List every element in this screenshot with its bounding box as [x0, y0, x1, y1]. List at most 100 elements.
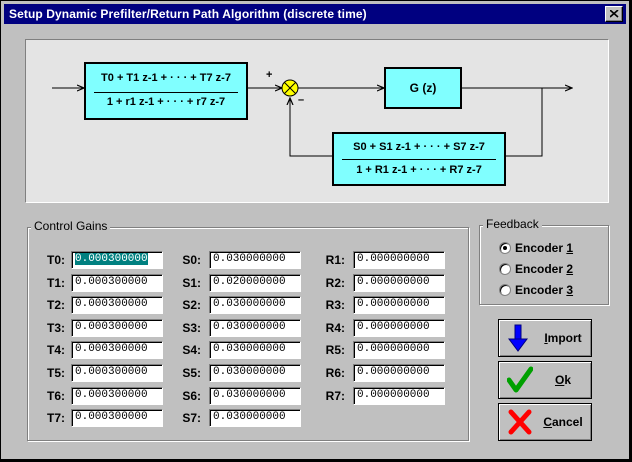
- gain-label-r5: R6:: [325, 366, 345, 380]
- gain-input-r4[interactable]: 0.000000000: [353, 341, 445, 359]
- gain-input-t5[interactable]: 0.000300000: [71, 364, 163, 382]
- gain-value: 0.030000000: [213, 253, 286, 265]
- gain-value: 0.030000000: [213, 321, 286, 333]
- gain-value: 0.000000000: [357, 253, 430, 265]
- window-title: Setup Dynamic Prefilter/Return Path Algo…: [9, 7, 367, 21]
- dialog-window: Setup Dynamic Prefilter/Return Path Algo…: [0, 0, 630, 460]
- feedback-label: Feedback: [483, 217, 542, 231]
- gain-value: 0.000300000: [75, 276, 148, 288]
- prefilter-block: T0 + T1 z-1 + · · · + T7 z-7 1 + r1 z-1 …: [84, 62, 248, 120]
- gain-label-r4: R5:: [325, 343, 345, 357]
- encoder-1-radio[interactable]: Encoder 1: [499, 239, 573, 257]
- summing-junction-icon: [281, 79, 299, 97]
- x-cross-icon: [508, 409, 532, 435]
- title-bar[interactable]: Setup Dynamic Prefilter/Return Path Algo…: [4, 4, 626, 24]
- gain-value: 0.000000000: [357, 276, 430, 288]
- gain-value: 0.020000000: [213, 276, 286, 288]
- gain-value: 0.000000000: [357, 343, 430, 355]
- gain-input-s5[interactable]: 0.030000000: [209, 364, 301, 382]
- gain-label-s3: S3:: [182, 321, 201, 335]
- gain-input-t4[interactable]: 0.000300000: [71, 341, 163, 359]
- gain-value: 0.000300000: [75, 411, 148, 423]
- radio-circle: [499, 242, 511, 254]
- down-arrow-icon: [508, 324, 528, 352]
- gain-label-r1: R2:: [325, 276, 345, 290]
- radio-label: Encoder 2: [515, 262, 574, 276]
- import-label: Import: [544, 331, 582, 345]
- gain-input-t6[interactable]: 0.000300000: [71, 387, 163, 405]
- radio-label: Encoder 3: [515, 283, 574, 297]
- gain-value: 0.000300000: [75, 253, 148, 265]
- prefilter-denominator: 1 + r1 z-1 + · · · + r7 z-7: [106, 96, 226, 108]
- gain-label-s6: S6:: [182, 389, 201, 403]
- gain-input-s2[interactable]: 0.030000000: [209, 296, 301, 314]
- cancel-label: Cancel: [543, 415, 583, 429]
- ok-button[interactable]: Ok: [498, 361, 592, 399]
- close-icon: [609, 10, 619, 18]
- gain-label-r3: R4:: [325, 321, 345, 335]
- gain-input-r0[interactable]: 0.000000000: [353, 251, 445, 269]
- gain-input-t0[interactable]: 0.000300000: [71, 251, 163, 269]
- gain-label-t7: T7:: [47, 411, 65, 425]
- gain-value: 0.000300000: [75, 366, 148, 378]
- gain-label-s1: S1:: [182, 276, 201, 290]
- gain-input-s7[interactable]: 0.030000000: [209, 409, 301, 427]
- gain-label-t4: T4:: [47, 343, 65, 357]
- gain-input-t3[interactable]: 0.000300000: [71, 319, 163, 337]
- radio-circle: [499, 263, 511, 275]
- gain-label-s5: S5:: [182, 366, 201, 380]
- gain-input-r1[interactable]: 0.000000000: [353, 274, 445, 292]
- gain-input-r5[interactable]: 0.000000000: [353, 364, 445, 382]
- gain-input-s6[interactable]: 0.030000000: [209, 387, 301, 405]
- gain-label-r0: R1:: [325, 253, 345, 267]
- gain-input-s1[interactable]: 0.020000000: [209, 274, 301, 292]
- output-tap-line: [506, 88, 543, 157]
- gain-label-s0: S0:: [182, 253, 201, 267]
- gain-value: 0.030000000: [213, 343, 286, 355]
- gain-value: 0.000000000: [357, 298, 430, 310]
- checkmark-icon: [507, 366, 533, 393]
- gain-input-r6[interactable]: 0.000000000: [353, 387, 445, 405]
- gain-value: 0.030000000: [213, 389, 286, 401]
- gain-input-s0[interactable]: 0.030000000: [209, 251, 301, 269]
- feedback-arrow: [290, 98, 332, 157]
- gain-input-r3[interactable]: 0.000000000: [353, 319, 445, 337]
- gain-input-t1[interactable]: 0.000300000: [71, 274, 163, 292]
- gain-label-r6: R7:: [325, 389, 345, 403]
- import-button[interactable]: Import: [498, 319, 592, 357]
- fraction-bar: [342, 159, 496, 160]
- feedback-numerator: S0 + S1 z-1 + · · · + S7 z-7: [353, 141, 485, 153]
- minus-sign: –: [298, 94, 305, 106]
- plus-sign: +: [266, 69, 273, 81]
- gain-input-s3[interactable]: 0.030000000: [209, 319, 301, 337]
- gain-label-s7: S7:: [182, 411, 201, 425]
- gain-label-s2: S2:: [182, 298, 201, 312]
- radio-label: Encoder 1: [515, 241, 574, 255]
- gain-label-t5: T5:: [47, 366, 65, 380]
- gain-label-t0: T0:: [47, 253, 65, 267]
- gain-value: 0.000300000: [75, 343, 148, 355]
- gain-input-t7[interactable]: 0.000300000: [71, 409, 163, 427]
- gain-label-t1: T1:: [47, 276, 65, 290]
- gain-label-s4: S4:: [182, 343, 201, 357]
- encoder-2-radio[interactable]: Encoder 2: [499, 260, 573, 278]
- gain-label-r2: R3:: [325, 298, 345, 312]
- gain-value: 0.030000000: [213, 366, 286, 378]
- gain-value: 0.000300000: [75, 298, 148, 310]
- close-button[interactable]: [605, 6, 623, 22]
- gain-input-t2[interactable]: 0.000300000: [71, 296, 163, 314]
- gain-label-t3: T3:: [47, 321, 65, 335]
- gain-value: 0.030000000: [213, 298, 286, 310]
- block-diagram: + – T0 + T1 z-1 + · · · + T7 z-7 1 + r1 …: [25, 39, 609, 203]
- encoder-3-radio[interactable]: Encoder 3: [499, 281, 573, 299]
- plant-label: G (z): [409, 81, 437, 95]
- gain-input-r2[interactable]: 0.000000000: [353, 296, 445, 314]
- cancel-button[interactable]: Cancel: [498, 403, 592, 441]
- gain-label-t2: T2:: [47, 298, 65, 312]
- control-gains-label: Control Gains: [31, 219, 111, 233]
- gain-value: 0.030000000: [213, 411, 286, 423]
- gain-label-t6: T6:: [47, 389, 65, 403]
- gain-input-s4[interactable]: 0.030000000: [209, 341, 301, 359]
- fraction-bar: [94, 92, 238, 93]
- gain-value: 0.000000000: [357, 389, 430, 401]
